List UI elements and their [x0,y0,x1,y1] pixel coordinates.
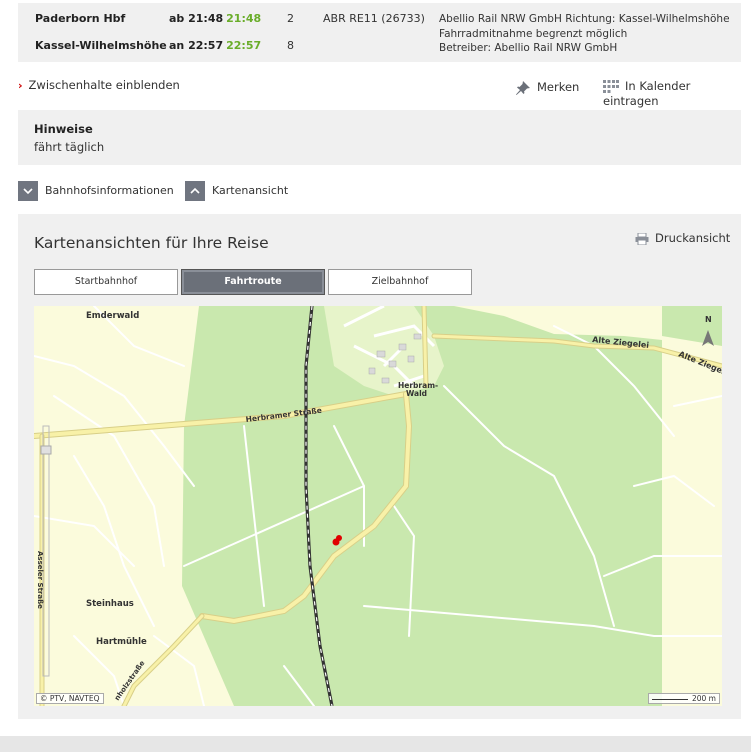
map-panel-title: Kartenansichten für Ihre Reise [34,234,269,252]
action-links: › Zwischenhalte einblenden Merken In Kale… [18,78,741,108]
print-view-link[interactable]: Druckansicht [635,231,730,245]
label-hartmuehle: Hartmühle [96,637,147,647]
tab-fahrtroute[interactable]: Fahrtroute [181,269,325,295]
arrival-row: Kassel-Wilhelmshöhe an 22:57 22:57 8 [18,39,418,57]
connection-details: Paderborn Hbf ab 21:48 21:48 2 ABR RE11 (… [18,3,741,62]
train-number: ABR RE11 (26733) [323,12,425,25]
info-line-operator-direction: Abellio Rail NRW GmbH Richtung: Kassel-W… [439,13,730,25]
label-herbram-2: Wald [406,389,427,398]
label-steinhaus: Steinhaus [86,599,134,609]
arrival-realtime: 22:57 [226,39,262,52]
arrival-platform: 8 [287,39,294,52]
label-north: N [705,315,712,324]
collapse-icon [185,181,205,201]
tab-startbahnhof[interactable]: Startbahnhof [34,269,178,295]
map-canvas[interactable]: Emderwald Alte Ziegelei Alte Ziegel Herb… [34,306,722,706]
notes-heading: Hinweise [34,122,93,136]
arrival-station: Kassel-Wilhelmshöhe [35,39,167,52]
map-view-toggle[interactable]: Kartenansicht [185,181,288,201]
printer-icon [635,232,649,245]
expand-icon [18,181,38,201]
info-line-operator: Betreiber: Abellio Rail NRW GmbH [439,42,618,54]
tab-zielbahnhof[interactable]: Zielbahnhof [328,269,472,295]
bottom-bar [0,736,751,752]
departure-time: ab 21:48 21:48 [169,12,262,25]
pin-icon [516,80,530,95]
chevron-right-icon: › [18,79,23,92]
map-scale: 200 m [647,693,720,704]
notes-panel: Hinweise fährt täglich [18,110,741,165]
notes-text: fährt täglich [34,140,105,154]
calendar-icon [603,79,619,93]
map-panel: Kartenansichten für Ihre Reise Druckansi… [18,214,741,719]
map-copyright: © PTV, NAVTEQ [36,693,104,704]
departure-platform: 2 [287,12,294,25]
view-toggles: Bahnhofsinformationen Kartenansicht [18,181,741,201]
info-line-bicycle: Fahrradmitnahme begrenzt möglich [439,27,628,40]
route-map[interactable]: Emderwald Alte Ziegelei Alte Ziegel Herb… [34,306,722,706]
show-intermediate-stops-link[interactable]: › Zwischenhalte einblenden [18,78,180,92]
label-asseler-strasse: Asseler Straße [36,551,44,609]
arrival-time: an 22:57 22:57 [169,39,262,52]
departure-station: Paderborn Hbf [35,12,126,25]
add-to-calendar-link[interactable]: In Kalender eintragen [603,79,741,108]
station-info-toggle[interactable]: Bahnhofsinformationen [18,181,174,201]
bookmark-link[interactable]: Merken [515,80,579,95]
label-emderwald: Emderwald [86,311,139,321]
departure-realtime: 21:48 [226,12,262,25]
train-info: Abellio Rail NRW GmbH Richtung: Kassel-W… [439,12,739,56]
